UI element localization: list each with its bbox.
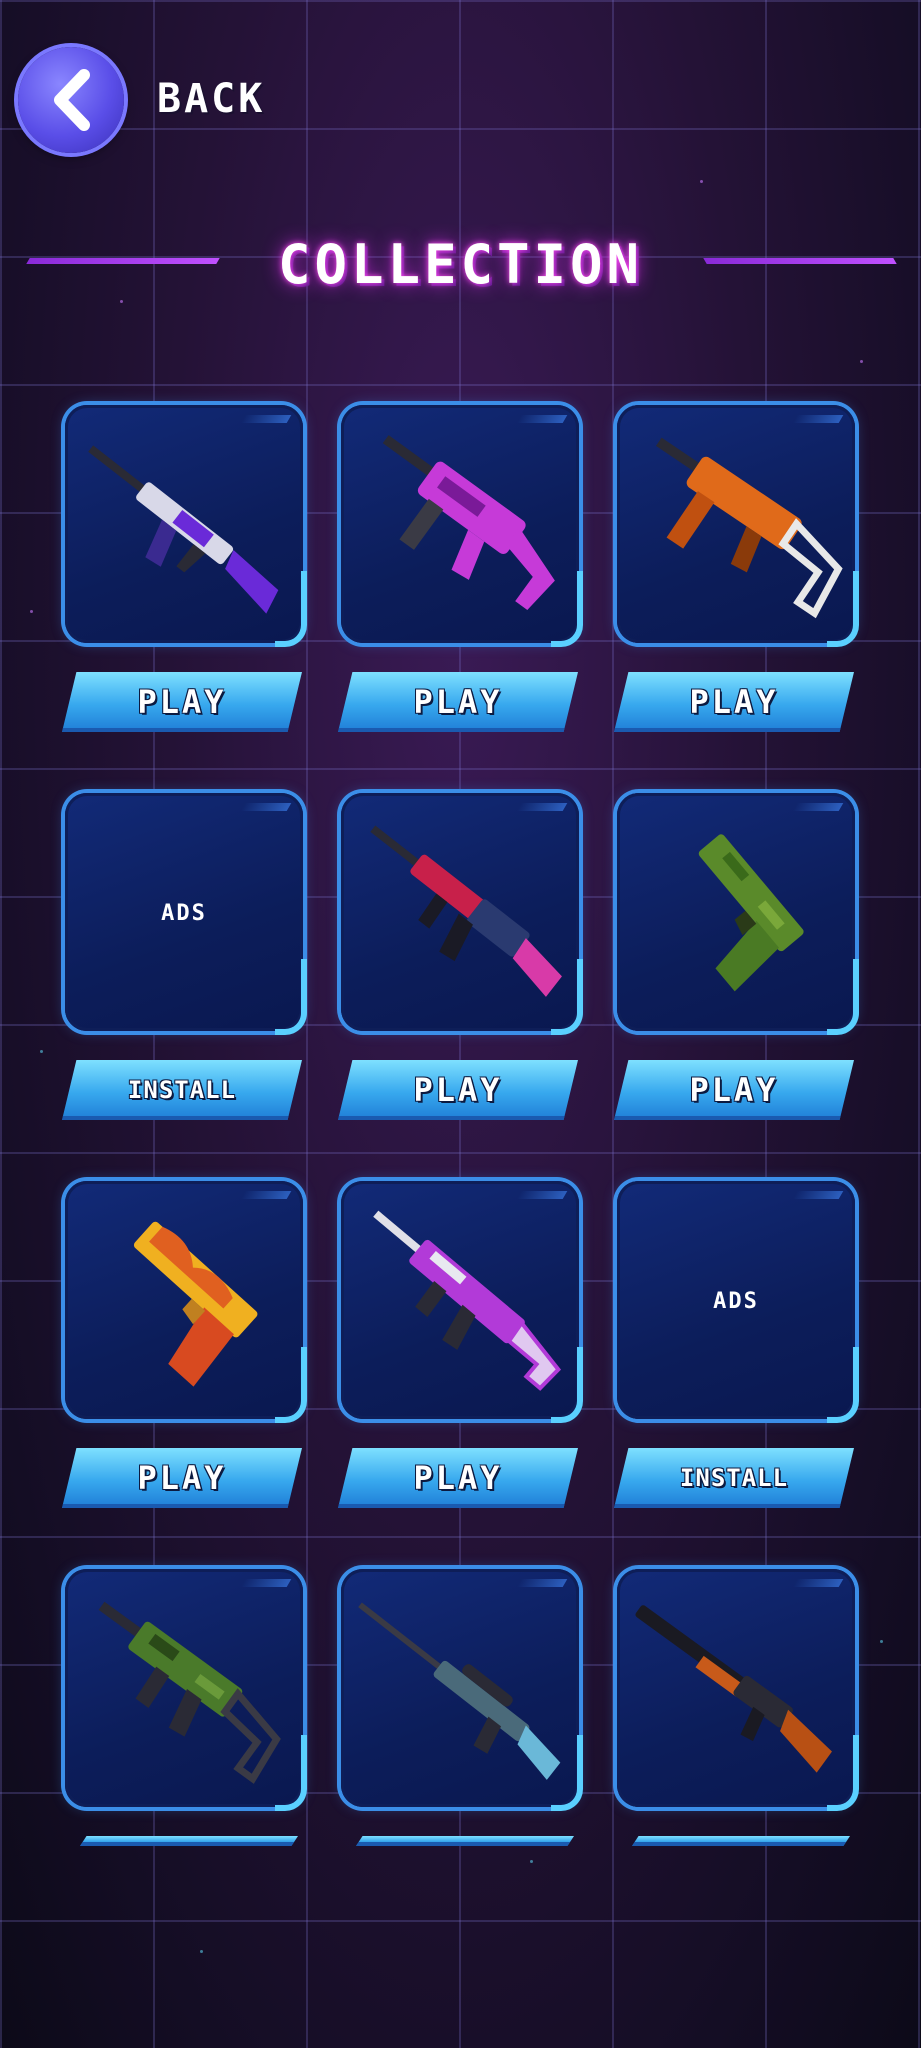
chevron-left-icon (54, 69, 90, 131)
play-button-partial[interactable] (80, 1836, 298, 1846)
play-button-partial[interactable] (632, 1836, 850, 1846)
play-button[interactable]: PLAY (338, 1060, 578, 1120)
ads-label: ADS (161, 901, 207, 926)
weapon-card[interactable] (341, 1181, 583, 1423)
ads-card[interactable]: ADS (617, 1181, 859, 1423)
deagle-flame-icon (133, 1221, 258, 1387)
install-button[interactable]: INSTALL (62, 1060, 302, 1120)
m4-red-blue-icon (370, 825, 562, 997)
play-button[interactable]: PLAY (62, 672, 302, 732)
play-button[interactable]: PLAY (338, 1448, 578, 1508)
shotgun-black-orange-icon (635, 1605, 832, 1773)
g36-green-camo-icon (98, 1601, 281, 1784)
ads-label: ADS (713, 1289, 759, 1314)
pistol-green-camo-icon (698, 834, 804, 992)
back-label[interactable]: BACK (157, 76, 265, 122)
weapon-card[interactable] (617, 793, 859, 1035)
vector-smg-purple-icon (382, 435, 555, 610)
weapon-card[interactable] (65, 1569, 307, 1811)
play-button[interactable]: PLAY (614, 1060, 854, 1120)
page-title: COLLECTION (277, 233, 644, 296)
ads-card[interactable]: ADS (65, 793, 307, 1035)
weapon-card[interactable] (341, 1569, 583, 1811)
weapon-card[interactable] (617, 1569, 859, 1811)
play-button[interactable]: PLAY (62, 1448, 302, 1508)
back-button[interactable] (18, 47, 124, 153)
page-title-area: COLLECTION (0, 225, 921, 315)
weapon-card[interactable] (341, 405, 583, 647)
weapon-card[interactable] (617, 405, 859, 647)
ak47-purple-icon (88, 445, 279, 614)
play-button[interactable]: PLAY (614, 672, 854, 732)
scar-purple-icon (373, 1210, 562, 1391)
weapon-card[interactable] (341, 793, 583, 1035)
weapon-card[interactable] (65, 405, 307, 647)
play-button-partial[interactable] (356, 1836, 574, 1846)
install-button[interactable]: INSTALL (614, 1448, 854, 1508)
ump-orange-icon (655, 437, 843, 619)
sniper-camo-icon (358, 1602, 561, 1780)
play-button[interactable]: PLAY (338, 672, 578, 732)
weapon-card[interactable] (65, 1181, 307, 1423)
